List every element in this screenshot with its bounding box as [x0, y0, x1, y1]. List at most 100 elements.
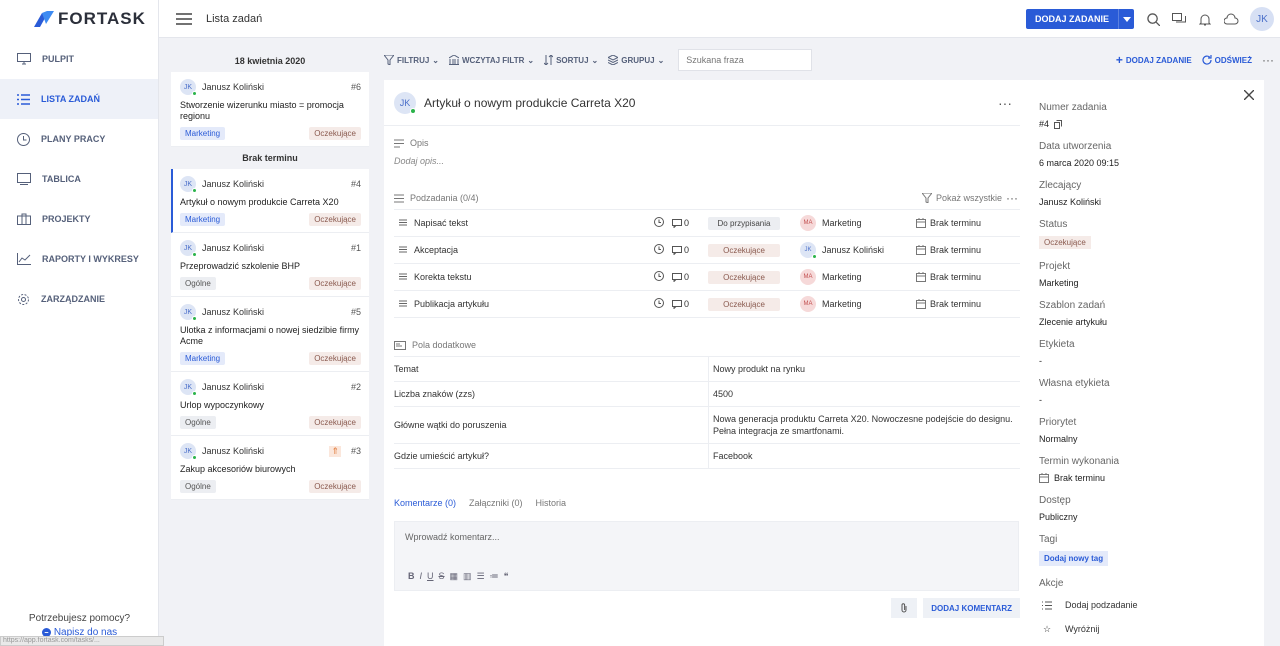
project-tag[interactable]: Marketing [180, 127, 226, 140]
subtask-assignee[interactable]: MA Marketing [800, 296, 910, 312]
filter-button[interactable]: FILTRUJ ⌄ [384, 55, 439, 65]
task-card[interactable]: JK Janusz Koliński #2 Urlop wypoczynkowy Ogó… [171, 372, 369, 436]
bold-icon[interactable]: B [408, 571, 415, 582]
add-comment-button[interactable]: DODAJ KOMENTARZ [923, 598, 1020, 618]
strike-icon[interactable]: S [439, 571, 445, 582]
subtask-name[interactable]: Napisać tekst [414, 218, 654, 228]
show-all-button[interactable]: Pokaż wszystkie [921, 193, 1002, 203]
sidebar-item-tablica[interactable]: TABLICA [0, 159, 158, 199]
more-icon[interactable]: ··· [998, 95, 1012, 111]
project-tag[interactable]: Marketing [180, 352, 226, 365]
task-card[interactable]: JK Janusz Koliński #4 Artykuł o nowym produ… [171, 169, 369, 233]
project-tag[interactable]: Ogólne [180, 480, 216, 493]
task-card[interactable]: JK Janusz Koliński #1 Przeprowadzić szkolen… [171, 233, 369, 297]
tag-value[interactable]: - [1039, 356, 1264, 366]
clock-icon[interactable] [654, 271, 672, 283]
client-value[interactable]: Janusz Koliński [1039, 197, 1264, 207]
subtask-name[interactable]: Akceptacja [414, 245, 654, 255]
logo[interactable]: FORTASK [0, 0, 158, 38]
due-value[interactable]: Brak terminu [1039, 473, 1264, 483]
field-value[interactable]: Facebook [708, 444, 1020, 468]
sort-button[interactable]: SORTUJ ⌄ [544, 55, 598, 65]
search-icon[interactable] [1140, 12, 1166, 26]
subtask-term[interactable]: Brak terminu [916, 218, 981, 228]
add-subtask-action[interactable]: Dodaj podzadanie [1039, 597, 1264, 613]
comment-input[interactable]: Wprowadź komentarz... [395, 522, 1018, 552]
refresh-button[interactable]: ODŚWIEŻ [1202, 55, 1252, 65]
highlight-action[interactable]: ☆ Wyróżnij [1039, 621, 1264, 637]
field-value[interactable]: 4500 [708, 382, 1020, 406]
more-icon[interactable]: ··· [1262, 53, 1274, 67]
search-input[interactable]: Szukana fraza [678, 49, 813, 71]
tab-attachments[interactable]: Załączniki (0) [469, 498, 523, 508]
tab-history[interactable]: Historia [536, 498, 567, 508]
priority-value[interactable]: Normalny [1039, 434, 1264, 444]
numbered-list-icon[interactable]: ≔ [490, 571, 499, 582]
field-value[interactable]: Nowa generacja produktu Carreta X20. Now… [708, 407, 1020, 443]
comments-count[interactable]: 0 [672, 218, 708, 228]
sidebar-item-zarządzanie[interactable]: ZARZĄDZANIE [0, 279, 158, 319]
subtask-status[interactable]: Do przypisania [708, 216, 780, 230]
table-icon[interactable]: ▦ [450, 571, 459, 582]
task-card[interactable]: JK Janusz Koliński #6 Stworzenie wizerunku … [171, 72, 369, 147]
project-value[interactable]: Marketing [1039, 278, 1264, 288]
subtask-status[interactable]: Oczekujące [708, 297, 780, 311]
quote-icon[interactable]: ❝ [504, 571, 509, 582]
drag-handle-icon[interactable] [394, 245, 414, 255]
chevron-down-icon[interactable] [1118, 9, 1134, 29]
field-value[interactable]: Nowy produkt na rynku [708, 357, 1020, 381]
more-icon[interactable]: ··· [1006, 191, 1018, 205]
subtask-name[interactable]: Publikacja artykułu [414, 299, 654, 309]
sidebar-item-plany-pracy[interactable]: PLANY PRACY [0, 119, 158, 159]
user-avatar[interactable]: JK [1250, 7, 1274, 31]
subtask-row[interactable]: Korekta tekstu 0 Oczekujące MA Marketing Brak… [394, 264, 1020, 291]
sidebar-item-pulpit[interactable]: PULPIT [0, 39, 158, 79]
comments-count[interactable]: 0 [672, 272, 708, 282]
subtask-row[interactable]: Napisać tekst 0 Do przypisania MA Marketing B… [394, 210, 1020, 237]
drag-handle-icon[interactable] [394, 218, 414, 228]
subtask-status[interactable]: Oczekujące [708, 270, 780, 284]
project-tag[interactable]: Ogólne [180, 416, 216, 429]
own-tag-value[interactable]: - [1039, 395, 1264, 405]
sidebar-item-raporty-i-wykresy[interactable]: RAPORTY I WYKRESY [0, 239, 158, 279]
task-title[interactable]: Artykuł o nowym produkcie Carreta X20 [424, 96, 635, 110]
close-icon[interactable] [1244, 90, 1254, 100]
load-filter-button[interactable]: WCZYTAJ FILTR ⌄ [449, 55, 534, 65]
sidebar-item-lista-zadań[interactable]: LISTA ZADAŃ [0, 79, 158, 119]
comments-count[interactable]: 0 [672, 245, 708, 255]
copy-icon[interactable] [1054, 119, 1063, 129]
clock-icon[interactable] [654, 217, 672, 229]
add-task-link[interactable]: + DODAJ ZADANIE [1116, 53, 1192, 67]
subtask-row[interactable]: Publikacja artykułu 0 Oczekujące MA Marketin… [394, 291, 1020, 318]
drag-handle-icon[interactable] [394, 299, 414, 309]
subtask-term[interactable]: Brak terminu [916, 245, 981, 255]
project-tag[interactable]: Ogólne [180, 277, 216, 290]
columns-icon[interactable]: ▥ [463, 571, 472, 582]
group-button[interactable]: GRUPUJ ⌄ [608, 55, 664, 65]
subtask-name[interactable]: Korekta tekstu [414, 272, 654, 282]
subtask-term[interactable]: Brak terminu [916, 272, 981, 282]
bell-icon[interactable] [1192, 13, 1218, 26]
task-card[interactable]: JK Janusz Koliński #5 Ulotka z informacjami… [171, 297, 369, 372]
task-card[interactable]: JK Janusz Koliński ⇑ #3 Zakup akcesoriów biu… [171, 436, 369, 500]
bullet-list-icon[interactable]: ☰ [477, 571, 485, 582]
subtask-assignee[interactable]: MA Marketing [800, 269, 910, 285]
attach-button[interactable] [891, 598, 918, 618]
subtask-status[interactable]: Oczekujące [708, 243, 780, 257]
description-input[interactable]: Dodaj opis... [394, 156, 1020, 166]
project-tag[interactable]: Marketing [180, 213, 226, 226]
add-task-button[interactable]: DODAJ ZADANIE [1025, 9, 1134, 29]
add-tag-button[interactable]: Dodaj nowy tag [1039, 551, 1109, 566]
template-value[interactable]: Zlecenie artykułu [1039, 317, 1264, 327]
subtask-assignee[interactable]: JK Janusz Koliński [800, 242, 910, 259]
clock-icon[interactable] [654, 298, 672, 310]
hamburger-menu-icon[interactable] [176, 12, 192, 25]
subtask-assignee[interactable]: MA Marketing [800, 215, 910, 231]
status-badge[interactable]: Oczekujące [1039, 236, 1091, 249]
sidebar-item-projekty[interactable]: PROJEKTY [0, 199, 158, 239]
cloud-icon[interactable] [1218, 13, 1244, 25]
subtask-term[interactable]: Brak terminu [916, 299, 981, 309]
comments-count[interactable]: 0 [672, 299, 708, 309]
comment-box[interactable]: Wprowadź komentarz... BIUS ▦ ▥ ☰ ≔ ❝ [394, 521, 1019, 591]
subtask-row[interactable]: Akceptacja 0 Oczekujące JK Janusz Koliński Br… [394, 237, 1020, 264]
